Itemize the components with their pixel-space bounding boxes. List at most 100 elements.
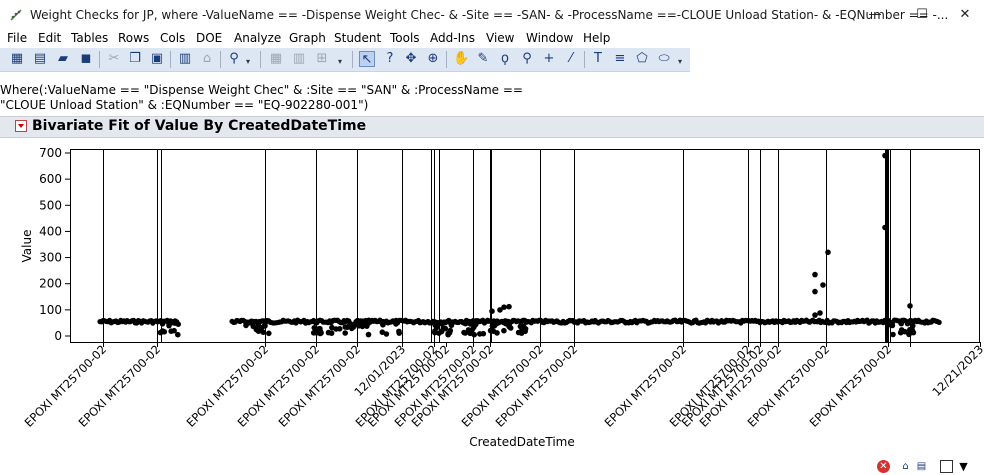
x-tick-label: EPOXI MT25700-02 bbox=[276, 342, 364, 430]
journal-icon[interactable]: ▥ bbox=[177, 51, 193, 67]
y-tick-label: 300 bbox=[39, 251, 62, 265]
outlier-point bbox=[825, 249, 831, 256]
copy-icon[interactable]: ❐ bbox=[127, 51, 143, 67]
text-annotate-icon[interactable]: T bbox=[590, 51, 606, 67]
data-point bbox=[898, 320, 905, 327]
data-point bbox=[175, 331, 181, 338]
data-point bbox=[365, 331, 372, 338]
toolbar-separator bbox=[446, 51, 447, 68]
home-icon[interactable]: ⌂ bbox=[899, 460, 912, 473]
where-clause-line-1: Where(:ValueName == "Dispense Weight Che… bbox=[0, 83, 523, 97]
new-script-icon[interactable]: ▤ bbox=[32, 51, 48, 67]
status-dropdown-arrow-icon[interactable]: ▼ bbox=[957, 460, 970, 473]
lock-icon[interactable]: ⌂ bbox=[199, 51, 215, 67]
window-list-icon[interactable]: ▤ bbox=[915, 460, 928, 473]
menu-tools[interactable]: Tools bbox=[390, 31, 420, 45]
menu-analyze[interactable]: Analyze bbox=[234, 31, 281, 45]
menu-tables[interactable]: Tables bbox=[71, 31, 108, 45]
data-point bbox=[519, 325, 525, 332]
error-icon[interactable]: ✕ bbox=[877, 460, 890, 473]
data-point bbox=[467, 321, 474, 327]
red-triangle-menu-icon[interactable] bbox=[15, 120, 27, 132]
add-rows-icon[interactable]: ⊞ bbox=[314, 51, 330, 67]
y-tick-label: 400 bbox=[39, 224, 62, 238]
data-view-icon[interactable]: ▦ bbox=[268, 51, 284, 67]
data-point bbox=[344, 324, 351, 330]
search-icon[interactable]: ⚲ bbox=[226, 51, 242, 67]
open-folder-icon[interactable]: ▰ bbox=[55, 51, 71, 67]
y-tick-label: 700 bbox=[39, 146, 62, 160]
crosshair-icon[interactable]: ⊕ bbox=[425, 51, 441, 67]
menu-edit[interactable]: Edit bbox=[38, 31, 61, 45]
minimize-button[interactable]: — bbox=[852, 0, 898, 30]
data-point bbox=[461, 329, 467, 336]
dropdown-arrow-icon[interactable]: ▾ bbox=[678, 57, 682, 66]
dropdown-arrow-icon[interactable]: ▾ bbox=[246, 57, 250, 66]
menu-view[interactable]: View bbox=[486, 31, 514, 45]
x-tick-label: EPOXI MT25700-02 bbox=[184, 342, 272, 430]
data-point bbox=[898, 328, 905, 335]
menu-help[interactable]: Help bbox=[583, 31, 610, 45]
data-point bbox=[351, 321, 358, 328]
cut-icon[interactable]: ✂ bbox=[106, 51, 122, 67]
outlier-point bbox=[812, 312, 818, 318]
line-tool-icon[interactable]: ⁄ bbox=[563, 51, 579, 67]
data-point bbox=[432, 329, 438, 336]
data-point bbox=[328, 330, 335, 336]
data-point bbox=[490, 328, 497, 334]
zoom-magnifier-icon[interactable]: ⚲ bbox=[519, 51, 535, 67]
plot-frame bbox=[70, 149, 980, 343]
menu-cols[interactable]: Cols bbox=[160, 31, 185, 45]
line-annotate-icon[interactable]: ≡ bbox=[612, 51, 628, 67]
data-point bbox=[503, 321, 510, 327]
ellipse-annotate-icon[interactable]: ⬭ bbox=[656, 51, 672, 67]
arrow-pointer-icon[interactable]: ↖ bbox=[359, 51, 375, 67]
y-tick-label: 100 bbox=[39, 303, 62, 317]
toolbar: ▦ ▤ ▰ ◼ ✂ ❐ ▣ ▥ ⌂ ⚲ ▾ ▦ ▥ ⊞ ▾ ↖ ? ✥ ⊕ ✋ … bbox=[0, 48, 690, 72]
menu-bar: File Edit Tables Rows Cols DOE Analyze G… bbox=[0, 30, 984, 48]
maximize-button[interactable]: ☐ bbox=[899, 0, 945, 30]
reference-lines bbox=[103, 149, 911, 342]
menu-add-ins[interactable]: Add-Ins bbox=[430, 31, 475, 45]
data-points bbox=[97, 152, 942, 338]
outlier-point bbox=[820, 282, 826, 288]
data-point bbox=[266, 330, 272, 337]
bivariate-scatter-plot: 0 100 200 300 400 500 600 700 EPOXI MT25700-02E… bbox=[20, 146, 984, 449]
dropdown-arrow-icon[interactable]: ▾ bbox=[338, 57, 342, 66]
window-title: Weight Checks for JP, where -ValueName =… bbox=[30, 8, 949, 22]
menu-file[interactable]: File bbox=[7, 31, 27, 45]
menu-window[interactable]: Window bbox=[526, 31, 573, 45]
status-bar: ✕ ⌂ ▤ ▼ bbox=[0, 458, 984, 475]
menu-graph[interactable]: Graph bbox=[289, 31, 326, 45]
columns-icon[interactable]: ▥ bbox=[291, 51, 307, 67]
toolbar-separator bbox=[584, 51, 585, 68]
title-bar: Weight Checks for JP, where -ValueName =… bbox=[0, 0, 984, 30]
menu-doe[interactable]: DOE bbox=[196, 31, 222, 45]
toolbar-separator bbox=[352, 51, 353, 68]
data-point bbox=[888, 322, 894, 328]
new-data-table-icon[interactable]: ▦ bbox=[9, 51, 25, 67]
data-point bbox=[396, 330, 403, 336]
brush-icon[interactable]: ✎ bbox=[475, 51, 491, 67]
menu-rows[interactable]: Rows bbox=[118, 31, 149, 45]
toolbar-separator bbox=[260, 51, 261, 68]
hand-grabber-icon[interactable]: ✋ bbox=[453, 51, 469, 67]
data-point bbox=[310, 330, 317, 336]
data-point bbox=[172, 320, 178, 326]
help-question-icon[interactable]: ? bbox=[382, 51, 398, 67]
window-checkbox-icon[interactable] bbox=[940, 460, 953, 473]
paste-icon[interactable]: ▣ bbox=[149, 51, 165, 67]
report-outline-header: Bivariate Fit of Value By CreatedDateTim… bbox=[0, 116, 984, 138]
polygon-annotate-icon[interactable]: ⬠ bbox=[634, 51, 650, 67]
close-button[interactable]: ✕ bbox=[946, 0, 984, 30]
data-point bbox=[393, 321, 399, 327]
data-point bbox=[311, 325, 318, 331]
save-icon[interactable]: ◼ bbox=[78, 51, 94, 67]
data-point bbox=[258, 324, 265, 331]
selection-cross-icon[interactable]: ✥ bbox=[403, 51, 419, 67]
lasso-icon[interactable]: ϙ bbox=[497, 51, 513, 67]
data-point bbox=[904, 320, 911, 327]
crosshairs-plus-icon[interactable]: + bbox=[541, 51, 557, 67]
data-point bbox=[469, 327, 476, 333]
menu-student[interactable]: Student bbox=[334, 31, 381, 45]
